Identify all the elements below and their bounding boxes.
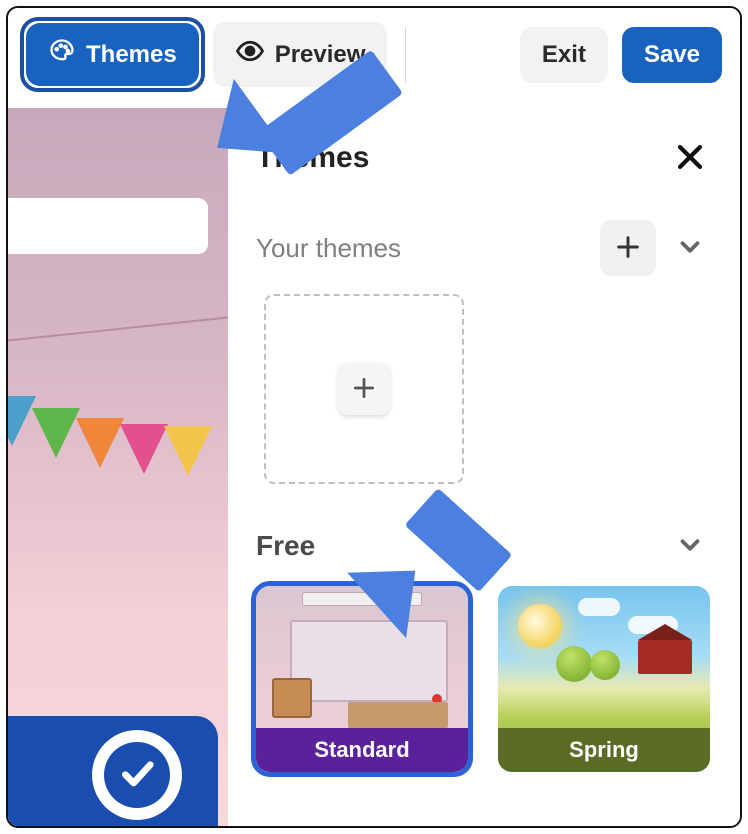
themes-button[interactable]: Themes: [26, 23, 199, 86]
save-button[interactable]: Save: [622, 27, 722, 83]
theme-label: Spring: [498, 728, 710, 772]
preview-button[interactable]: Preview: [213, 22, 388, 87]
app-frame: Themes Preview Exit Save: [6, 6, 742, 828]
plus-icon: [614, 233, 642, 264]
panel-title: Themes: [256, 141, 369, 175]
exit-button-label: Exit: [542, 41, 586, 69]
themes-panel: Themes Your themes: [228, 108, 740, 826]
check-icon: [117, 753, 157, 798]
your-themes-collapse[interactable]: [668, 226, 712, 270]
preview-button-label: Preview: [275, 41, 366, 69]
your-themes-header: Your themes: [256, 220, 712, 276]
free-section-label: Free: [256, 530, 656, 562]
close-icon: [673, 162, 707, 177]
panel-header: Themes: [256, 136, 712, 180]
new-theme-plus-button[interactable]: [338, 363, 390, 415]
preview-illustration: [8, 108, 228, 826]
chevron-down-icon: [675, 548, 705, 563]
your-themes-label: Your themes: [256, 233, 588, 264]
save-button-label: Save: [644, 41, 700, 69]
eye-icon: [235, 36, 265, 73]
toolbar-separator: [405, 27, 406, 83]
illustration-search-box: [8, 198, 208, 254]
free-section-collapse[interactable]: [668, 524, 712, 568]
plus-icon: [351, 375, 377, 404]
exit-button[interactable]: Exit: [520, 27, 608, 83]
theme-label: Standard: [256, 728, 468, 772]
close-button[interactable]: [668, 136, 712, 180]
theme-card-standard[interactable]: Standard: [256, 586, 468, 772]
check-circle: [92, 730, 182, 820]
add-theme-button[interactable]: [600, 220, 656, 276]
free-theme-grid: Standard Spring: [256, 586, 712, 772]
chevron-down-icon: [675, 250, 705, 265]
free-section-header: Free: [256, 524, 712, 568]
palette-icon: [48, 37, 76, 72]
theme-card-spring[interactable]: Spring: [498, 586, 710, 772]
bunting-icon: [8, 388, 228, 508]
new-theme-placeholder[interactable]: [264, 294, 464, 484]
top-toolbar: Themes Preview Exit Save: [8, 8, 740, 97]
themes-button-label: Themes: [86, 41, 177, 69]
